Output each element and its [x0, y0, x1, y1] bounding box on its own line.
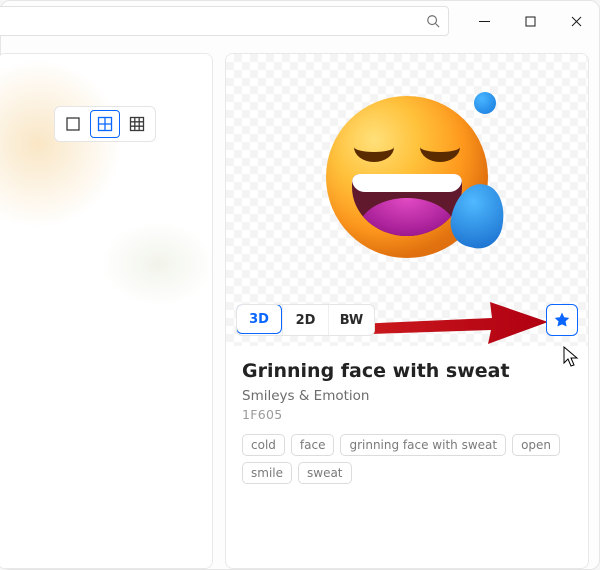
tag-item[interactable]: sweat — [298, 462, 352, 484]
favorite-button[interactable] — [546, 304, 578, 336]
emoji-codepoint: 1F605 — [242, 407, 572, 422]
variant-toggle: 3D 2D BW — [236, 304, 375, 336]
variant-row: 3D 2D BW — [236, 304, 578, 336]
search-input[interactable] — [0, 14, 426, 29]
grid-3x3-icon — [129, 116, 145, 132]
tag-item[interactable]: grinning face with sweat — [340, 434, 506, 456]
emoji-category: Smileys & Emotion — [242, 388, 572, 404]
close-button[interactable] — [553, 1, 599, 41]
detail-panel: 3D 2D BW Grinning face with s — [225, 53, 589, 569]
emoji-meta: Grinning face with sweat Smileys & Emoti… — [226, 346, 588, 494]
tag-item[interactable]: face — [291, 434, 335, 456]
minimize-icon — [479, 16, 490, 27]
tag-item[interactable]: open — [512, 434, 560, 456]
emoji-graphic — [326, 96, 488, 258]
grid-panel — [0, 53, 213, 569]
grid-size-nine[interactable] — [122, 110, 152, 138]
tag-item[interactable]: smile — [242, 462, 292, 484]
emoji-preview: 3D 2D BW — [226, 54, 588, 346]
app-window: 3D 2D BW Grinning face with s — [0, 0, 600, 570]
variant-2d[interactable]: 2D — [282, 305, 328, 335]
tag-item[interactable]: cold — [242, 434, 285, 456]
star-icon — [553, 311, 571, 329]
titlebar — [461, 1, 599, 41]
content-columns: 3D 2D BW Grinning face with s — [1, 53, 589, 569]
cursor-icon — [562, 346, 582, 368]
variant-bw[interactable]: BW — [328, 305, 374, 335]
grid-size-single[interactable] — [58, 110, 88, 138]
variant-3d[interactable]: 3D — [236, 304, 282, 334]
emoji-title: Grinning face with sweat — [242, 360, 572, 382]
grid-2x2-icon — [97, 116, 113, 132]
square-icon — [65, 116, 81, 132]
maximize-icon — [525, 16, 536, 27]
tag-list: cold face grinning face with sweat open … — [242, 434, 572, 484]
grid-size-four[interactable] — [90, 110, 120, 138]
grid-size-toggle — [54, 106, 156, 142]
search-box[interactable] — [0, 6, 449, 36]
search-row — [1, 1, 449, 41]
minimize-button[interactable] — [461, 1, 507, 41]
close-icon — [571, 16, 582, 27]
maximize-button[interactable] — [507, 1, 553, 41]
search-icon — [426, 14, 440, 28]
